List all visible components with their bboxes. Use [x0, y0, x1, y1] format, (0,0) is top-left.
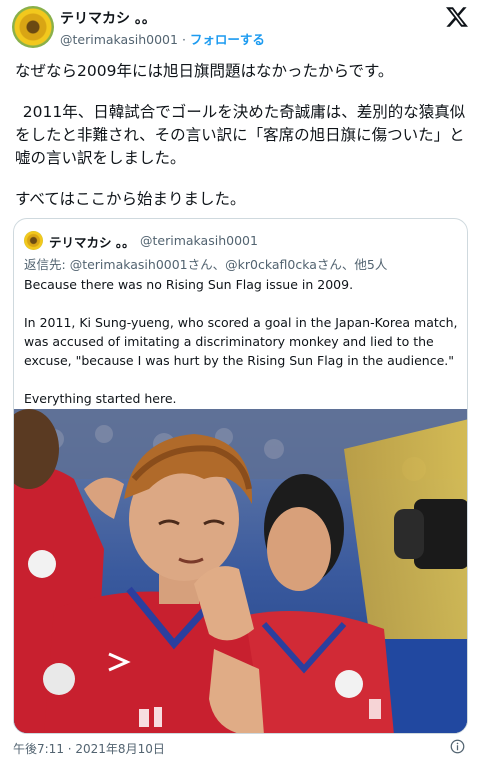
x-logo-icon[interactable]: [445, 5, 469, 29]
author-display-name[interactable]: テリマカシ 。。: [60, 8, 156, 28]
author-handle[interactable]: @terimakasih0001: [60, 32, 178, 47]
separator-dot: ·: [181, 32, 186, 47]
tweet-text-line1: なぜなら2009年には旭日旗問題はなかったからです。: [15, 62, 394, 80]
tweet-text-line2: 2011年、日韓試合でゴールを決めた奇誠庸は、差別的な猿真似をしたと非難され、そ…: [15, 103, 466, 167]
author-avatar[interactable]: [12, 6, 54, 48]
quoted-text-line1: Because there was no Rising Sun Flag iss…: [24, 277, 354, 292]
tweet-timestamp[interactable]: 午後7:11 · 2021年8月10日: [13, 740, 165, 757]
tweet-body: なぜなら2009年には旭日旗問題はなかったからです。 2011年、日韓試合でゴー…: [15, 60, 470, 211]
quoted-author-name: テリマカシ 。。: [49, 235, 135, 250]
quoted-tweet-card[interactable]: テリマカシ 。。 @terimakasih0001 返信先: @terimaka…: [13, 218, 468, 734]
reply-context: 返信先: @terimakasih0001さん、@kr0ckafl0ckaさん、…: [24, 254, 387, 273]
quoted-author-handle: @terimakasih0001: [140, 233, 258, 248]
quoted-text-line3: Everything started here.: [24, 391, 177, 406]
info-icon[interactable]: [450, 739, 465, 754]
quoted-author-avatar: [24, 231, 43, 250]
football-celebration-image: [14, 409, 467, 733]
follow-button[interactable]: フォローする: [190, 32, 265, 47]
quoted-tweet-photo[interactable]: [14, 409, 467, 733]
tweet-header: テリマカシ 。。 @terimakasih0001 · フォローする: [0, 0, 480, 52]
reply-prefix: 返信先:: [24, 257, 70, 272]
tweet-text-line3: すべてはここから始まりました。: [15, 190, 246, 208]
quoted-text-line2: In 2011, Ki Sung-yueng, who scored a goa…: [24, 315, 458, 368]
reply-mentions[interactable]: @terimakasih0001さん、@kr0ckafl0ckaさん、他5人: [70, 257, 388, 272]
quoted-tweet-text: Because there was no Rising Sun Flag iss…: [24, 275, 460, 408]
author-handle-row: @terimakasih0001 · フォローする: [60, 29, 265, 48]
